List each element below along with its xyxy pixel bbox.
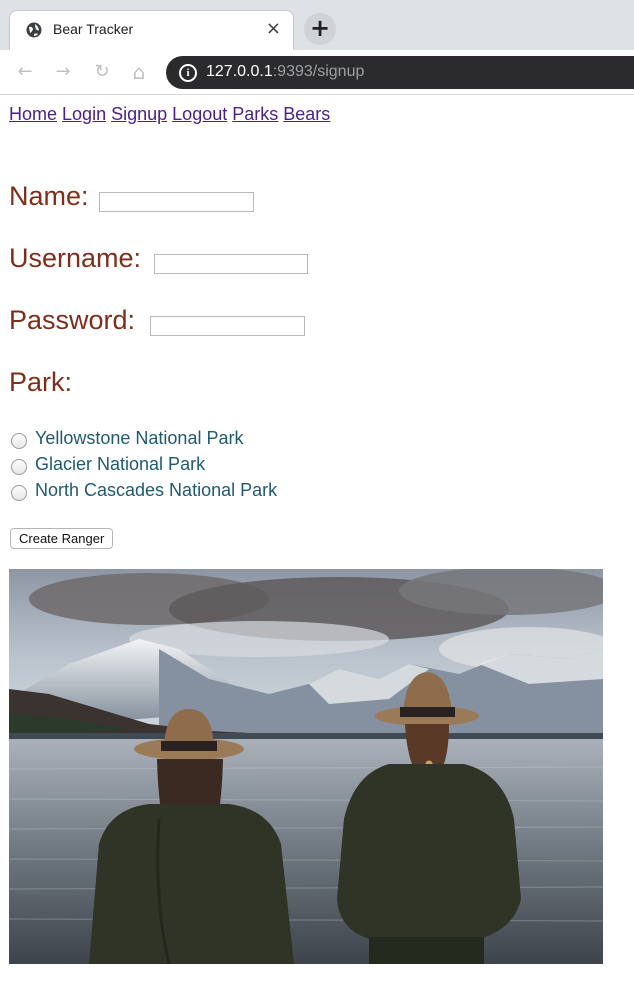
rangers-photo-image <box>9 569 603 964</box>
name-input[interactable] <box>99 192 254 212</box>
home-icon[interactable]: ⌂ <box>128 61 150 83</box>
address-bar[interactable]: i 127.0.0.1:9393/signup <box>166 56 634 89</box>
info-icon[interactable]: i <box>179 64 197 82</box>
nav-link-login[interactable]: Login <box>62 104 106 124</box>
name-label: Name: <box>9 181 89 211</box>
close-icon[interactable]: × <box>266 18 281 39</box>
nav-link-logout[interactable]: Logout <box>172 104 227 124</box>
radio-button[interactable] <box>11 433 27 449</box>
new-tab-button[interactable]: + <box>304 13 336 45</box>
reload-icon[interactable]: ↻ <box>91 61 113 83</box>
radio-button[interactable] <box>11 485 27 501</box>
username-label: Username: <box>9 243 142 273</box>
browser-tab[interactable]: Bear Tracker × <box>9 10 294 50</box>
park-option-label[interactable]: Glacier National Park <box>35 454 205 475</box>
globe-icon <box>26 22 42 38</box>
url-host: 127.0.0.1 <box>206 63 273 80</box>
nav-link-parks[interactable]: Parks <box>232 104 278 124</box>
park-label: Park: <box>9 367 73 397</box>
rangers-photo <box>9 569 603 964</box>
nav-link-signup[interactable]: Signup <box>111 104 167 124</box>
url-path: :9393/signup <box>272 63 365 80</box>
nav-link-home[interactable]: Home <box>9 104 57 124</box>
username-input[interactable] <box>154 254 308 274</box>
park-option-label[interactable]: Yellowstone National Park <box>35 428 243 449</box>
site-nav: Home Login Signup Logout Parks Bears <box>9 104 330 125</box>
password-label: Password: <box>9 305 136 335</box>
url-text[interactable]: 127.0.0.1:9393/signup <box>206 63 364 81</box>
park-option-label[interactable]: North Cascades National Park <box>35 480 277 501</box>
tab-title: Bear Tracker <box>53 21 134 37</box>
radio-button[interactable] <box>11 459 27 475</box>
create-ranger-button[interactable]: Create Ranger <box>10 528 114 549</box>
nav-link-bears[interactable]: Bears <box>283 104 330 124</box>
password-input[interactable] <box>150 316 305 336</box>
back-arrow-icon[interactable]: ← <box>14 61 36 83</box>
forward-arrow-icon[interactable]: → <box>52 61 74 83</box>
tab-strip: Bear Tracker × + <box>0 0 634 50</box>
